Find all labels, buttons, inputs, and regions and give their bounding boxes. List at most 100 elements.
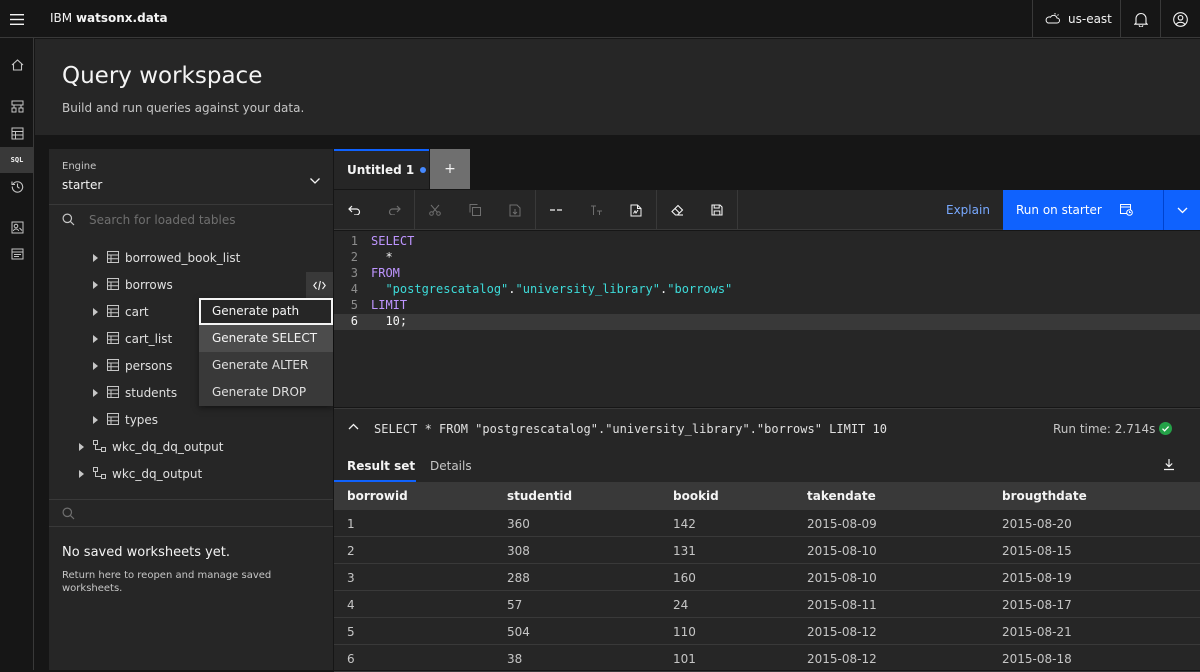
chevron-down-icon[interactable] — [309, 177, 321, 185]
code-line[interactable]: 5 LIMIT — [334, 298, 1200, 314]
column-header[interactable]: borrowid — [347, 489, 408, 503]
line-number: 2 — [350, 250, 358, 264]
table-cell: 4 — [347, 598, 355, 612]
hamburger-menu-button[interactable] — [0, 0, 34, 38]
caret-right-icon[interactable] — [79, 470, 84, 478]
nav-home[interactable] — [0, 52, 34, 78]
table-cell: 110 — [673, 625, 696, 639]
tree-item-table[interactable]: types — [49, 407, 333, 434]
code-line[interactable]: 1 SELECT — [334, 234, 1200, 250]
nav-data-manager[interactable] — [0, 120, 34, 146]
code-icon — [313, 280, 326, 291]
paste-button[interactable] — [495, 190, 535, 230]
menu-item-generate-select[interactable]: Generate SELECT — [199, 325, 333, 352]
table-row: 5 504 110 2015-08-12 2015-08-21 — [334, 618, 1200, 645]
table-cell: 2015-08-12 — [807, 652, 877, 666]
table-cell: 57 — [507, 598, 523, 612]
generate-sql-button[interactable] — [306, 272, 333, 299]
engine-dropdown[interactable]: starter — [62, 178, 102, 192]
line-number: 1 — [350, 234, 358, 248]
table-icon — [107, 359, 119, 371]
code-token: FROM — [371, 266, 400, 280]
caret-right-icon[interactable] — [93, 308, 98, 316]
nav-access-control[interactable] — [0, 214, 34, 240]
tab-details[interactable]: Details — [430, 459, 472, 473]
search-icon[interactable] — [62, 507, 75, 520]
column-header[interactable]: bookid — [673, 489, 719, 503]
user-profile-button[interactable] — [1160, 0, 1200, 38]
paste-icon — [509, 204, 521, 216]
format-sql-button[interactable] — [616, 190, 656, 230]
chevron-up-icon[interactable] — [348, 423, 359, 430]
column-header[interactable]: takendate — [807, 489, 876, 503]
editor-toolbar: Explain Run on starter — [334, 190, 1200, 230]
cut-button[interactable] — [415, 190, 455, 230]
nav-query-history[interactable] — [0, 173, 34, 199]
engine-label: Engine — [62, 161, 97, 172]
code-text: SELECT — [371, 234, 414, 248]
table-cell: 38 — [507, 652, 523, 666]
code-text: LIMIT — [371, 298, 407, 312]
caret-right-icon[interactable] — [93, 335, 98, 343]
tree-item-schema[interactable]: wkc_dq_output — [49, 461, 333, 488]
save-button[interactable] — [697, 190, 737, 230]
copy-button[interactable] — [455, 190, 495, 230]
code-line[interactable]: 4 "postgrescatalog"."university_library"… — [334, 282, 1200, 298]
product-brand[interactable]: IBM watsonx.data — [50, 11, 168, 25]
code-text: "postgrescatalog"."university_library"."… — [371, 282, 732, 296]
caret-right-icon[interactable] — [93, 281, 98, 289]
chevron-down-icon — [1177, 207, 1187, 213]
caret-right-icon[interactable] — [79, 443, 84, 451]
tree-item-table[interactable]: borrows — [49, 272, 333, 299]
run-options-dropdown[interactable] — [1163, 190, 1200, 230]
page-title: Query workspace — [62, 63, 263, 89]
tab-result-set[interactable]: Result set — [347, 459, 415, 473]
comment-button[interactable] — [536, 190, 576, 230]
sql-code-editor[interactable]: 1 SELECT 2 * 3 FROM 4 "postgrescatalog"."univ… — [334, 231, 1200, 407]
explain-button[interactable]: Explain — [946, 203, 990, 217]
infrastructure-icon — [11, 100, 23, 112]
code-line[interactable]: 6 10; — [334, 314, 1200, 330]
schema-name: wkc_dq_output — [112, 467, 203, 481]
table-name: borrows — [125, 278, 173, 292]
caret-right-icon[interactable] — [93, 254, 98, 262]
table-cell: 2015-08-10 — [807, 571, 877, 585]
notifications-button[interactable] — [1120, 0, 1160, 38]
run-button-label: Run on starter — [1016, 203, 1102, 217]
code-line[interactable]: 2 * — [334, 250, 1200, 266]
caret-right-icon[interactable] — [93, 416, 98, 424]
code-line[interactable]: 3 FROM — [334, 266, 1200, 282]
table-cell: 6 — [347, 652, 355, 666]
caret-right-icon[interactable] — [93, 362, 98, 370]
line-number: 5 — [350, 298, 358, 312]
nav-sql-query[interactable]: SQL — [0, 147, 34, 173]
column-header[interactable]: brougthdate — [1002, 489, 1087, 503]
table-cell: 3 — [347, 571, 355, 585]
caret-right-icon[interactable] — [93, 389, 98, 397]
download-icon[interactable] — [1163, 458, 1175, 471]
line-number: 4 — [350, 282, 358, 296]
code-token: * — [371, 250, 393, 264]
table-cell: 2015-08-15 — [1002, 544, 1072, 558]
tree-item-table[interactable]: borrowed_book_list — [49, 245, 333, 272]
add-tab-button[interactable]: + — [430, 149, 470, 189]
run-time-label: Run time: 2.714s — [1053, 422, 1156, 436]
nav-configurations[interactable] — [0, 241, 34, 267]
table-search-input[interactable] — [89, 211, 309, 229]
menu-item-generate-alter[interactable]: Generate ALTER — [199, 352, 333, 379]
redo-button[interactable] — [374, 190, 414, 230]
undo-button[interactable] — [334, 190, 374, 230]
menu-item-generate-drop[interactable]: Generate DROP — [199, 379, 333, 406]
format-text-button[interactable] — [576, 190, 616, 230]
table-header-row: borrowid studentid bookid takendate brougthd… — [334, 482, 1200, 510]
tab-untitled-1[interactable]: Untitled 1 — [334, 149, 429, 189]
column-header[interactable]: studentid — [507, 489, 572, 503]
menu-item-generate-path[interactable]: Generate path — [199, 298, 333, 325]
tree-item-schema[interactable]: wkc_dq_dq_output — [49, 434, 333, 461]
eraser-icon — [670, 204, 683, 216]
table-cell: 142 — [673, 517, 696, 531]
clear-button[interactable] — [657, 190, 697, 230]
region-selector[interactable]: us-east — [1032, 0, 1120, 38]
run-query-button[interactable]: Run on starter — [1003, 190, 1163, 230]
nav-infrastructure[interactable] — [0, 93, 34, 119]
